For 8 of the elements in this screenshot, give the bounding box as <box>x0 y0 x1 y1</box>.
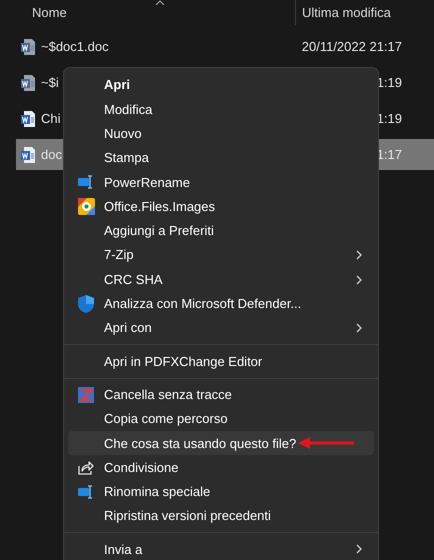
file-name: Chi <box>41 110 61 128</box>
modified-date: 1:19 <box>376 74 402 90</box>
modified-date: 1:17 <box>376 146 402 162</box>
file-name: ~$i <box>41 74 59 92</box>
modified-date: 20/11/2022 21:17 <box>302 38 402 54</box>
modified-date: 1:19 <box>376 110 402 126</box>
file-name: doc <box>41 146 62 164</box>
file-name: ~$doc1.doc <box>41 38 109 56</box>
